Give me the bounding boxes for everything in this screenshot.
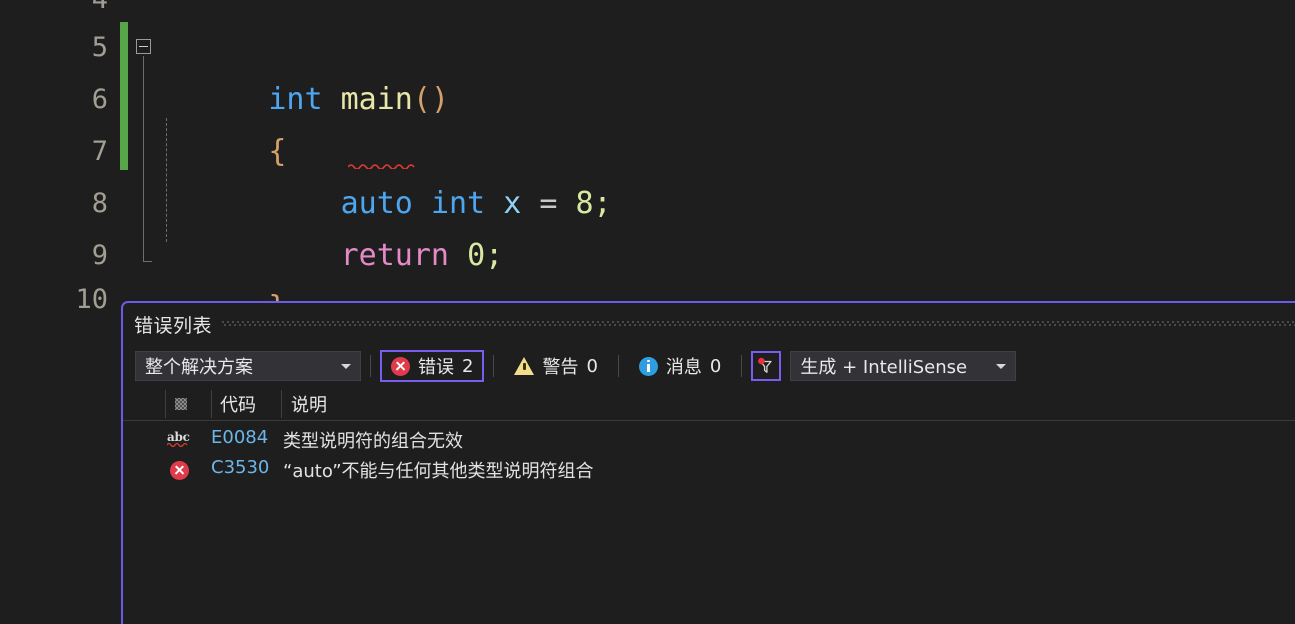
error-circle-icon <box>391 356 410 376</box>
build-filter-dropdown[interactable]: 生成 + IntelliSense <box>790 351 1017 381</box>
column-header-description[interactable]: 说明 <box>291 387 327 421</box>
chevron-down-icon <box>341 364 351 369</box>
column-header-icon[interactable] <box>175 387 187 421</box>
token-function-main: main <box>340 82 413 117</box>
header-divider-1 <box>165 390 166 418</box>
toolbar-separator-4 <box>741 355 743 377</box>
build-filter-value: 生成 + IntelliSense <box>800 357 968 378</box>
line-number-10: 10 <box>75 284 108 315</box>
toolbar-separator-2 <box>493 355 495 377</box>
scope-filter-value: 整个解决方案 <box>145 357 253 378</box>
line-number-6: 6 <box>91 84 108 115</box>
row-severity-icon-cell <box>167 459 191 481</box>
table-row[interactable]: abc E0084 类型说明符的组合无效 <box>123 425 1295 455</box>
line-number-8: 8 <box>91 188 108 219</box>
error-list-title: 错误列表 <box>134 315 213 337</box>
row-code[interactable]: E0084 <box>211 427 268 448</box>
filter-errors-label: 错误 <box>418 357 454 378</box>
table-row[interactable]: C3530 “auto”不能与任何其他类型说明符组合 <box>123 455 1295 485</box>
token-identifier-x: x <box>503 186 522 221</box>
row-code[interactable]: C3530 <box>211 457 269 478</box>
filter-warnings-label: 警告 <box>542 357 579 378</box>
info-circle-icon <box>638 356 658 376</box>
filter-warnings-count: 0 <box>586 355 598 377</box>
error-list-title-row: 错误列表 <box>123 303 1295 345</box>
token-paren-close: ) <box>430 82 449 117</box>
error-grid-header: 代码 说明 <box>123 387 1295 421</box>
token-semicolon-2: ; <box>485 238 504 273</box>
token-keyword-return: return <box>340 238 449 273</box>
token-number-8: 8 <box>575 186 594 221</box>
column-header-code[interactable]: 代码 <box>220 387 256 421</box>
title-dotted-separator <box>222 321 1295 326</box>
token-number-0: 0 <box>467 238 486 273</box>
token-paren-open: ( <box>412 82 431 117</box>
scope-filter-dropdown[interactable]: 整个解决方案 <box>135 351 361 381</box>
error-circle-icon <box>169 460 189 480</box>
error-list-toolbar: 整个解决方案 错误 2 警告 0 消息 0 生成 + IntelliSense <box>123 345 1295 387</box>
token-operator-assign: = <box>539 186 558 221</box>
token-semicolon-1: ; <box>593 186 612 221</box>
changed-lines-indicator <box>120 22 128 170</box>
toolbar-separator-3 <box>617 355 619 377</box>
editor-gutter: 4 5 6 7 8 9 10 <box>0 0 108 315</box>
line-number-5: 5 <box>91 32 108 63</box>
toolbar-separator-1 <box>370 355 371 377</box>
intellisense-abc-icon: abc <box>167 430 191 450</box>
filter-errors-count: 2 <box>462 355 474 377</box>
row-description: “auto”不能与任何其他类型说明符组合 <box>283 461 594 482</box>
region-guide-line <box>143 56 144 262</box>
filter-funnel-button[interactable] <box>751 351 782 381</box>
filter-errors-button[interactable]: 错误 2 <box>380 350 485 382</box>
header-divider-3 <box>281 390 282 418</box>
header-divider-2 <box>211 390 212 418</box>
line-number-7: 7 <box>91 136 108 167</box>
filter-warnings-button[interactable]: 警告 0 <box>503 350 608 382</box>
filter-messages-button[interactable]: 消息 0 <box>628 350 732 382</box>
warning-triangle-icon <box>514 357 535 375</box>
filter-messages-label: 消息 <box>665 357 702 378</box>
filter-messages-count: 0 <box>709 355 722 377</box>
visual-studio-window: 4 5 6 7 8 9 10 int main() { auto int x =… <box>0 0 1295 624</box>
error-list-panel: 错误列表 整个解决方案 错误 2 警告 0 消息 0 生成 + IntelliS… <box>121 301 1295 624</box>
region-guide-foot <box>143 261 152 262</box>
row-severity-icon-cell: abc <box>167 429 191 451</box>
row-description: 类型说明符的组合无效 <box>283 431 463 452</box>
error-squiggle-underline <box>348 163 416 169</box>
filter-funnel-icon <box>758 357 773 373</box>
chevron-down-icon <box>996 364 1007 369</box>
code-editor[interactable]: 4 5 6 7 8 9 10 int main() { auto int x =… <box>0 0 1295 325</box>
collapse-region-toggle[interactable] <box>136 39 151 54</box>
select-all-dots-icon <box>175 398 187 410</box>
